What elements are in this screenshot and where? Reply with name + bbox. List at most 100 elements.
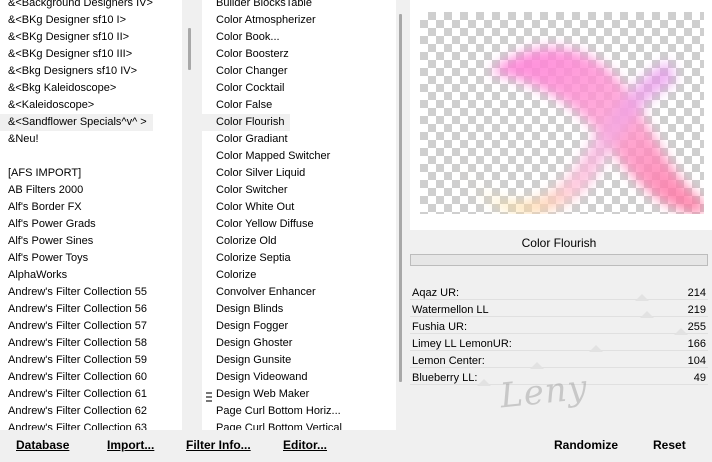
category-row[interactable]: &<Sandflower Specials^v^ >: [0, 114, 182, 131]
filter-item[interactable]: Colorize Old: [202, 233, 396, 250]
category-row[interactable]: AB Filters 2000: [0, 182, 182, 199]
filter-item[interactable]: Color Changer: [202, 63, 396, 80]
category-row[interactable]: &<Bkg Designers sf10 IV>: [0, 63, 182, 80]
category-item[interactable]: &<Background Designers IV>: [0, 0, 182, 12]
filter-item[interactable]: Color Silver Liquid: [202, 165, 396, 182]
filter-row[interactable]: Color Changer: [202, 63, 396, 80]
category-item[interactable]: AlphaWorks: [0, 267, 182, 284]
parameter-slider[interactable]: Aqaz UR: 214: [410, 285, 708, 302]
reset-button[interactable]: Reset: [653, 438, 686, 452]
filter-item[interactable]: Page Curl Bottom Horiz...: [202, 403, 396, 420]
slider-thumb-icon[interactable]: [589, 345, 603, 352]
editor-button[interactable]: Editor...: [283, 438, 327, 452]
category-item[interactable]: AB Filters 2000: [0, 182, 182, 199]
category-list[interactable]: &<Background Designers IV> &<BKg Designer…: [0, 0, 182, 430]
category-row[interactable]: &<BKg Designer sf10 II>: [0, 29, 182, 46]
slider-thumb-icon[interactable]: [477, 379, 491, 386]
filter-row[interactable]: Colorize Septia: [202, 250, 396, 267]
filter-item[interactable]: Design Ghoster: [202, 335, 396, 352]
category-item[interactable]: Andrew's Filter Collection 55: [0, 284, 182, 301]
category-row[interactable]: &<Bkg Kaleidoscope>: [0, 80, 182, 97]
slider-thumb-icon[interactable]: [640, 311, 654, 318]
category-item[interactable]: &<BKg Designer sf10 III>: [0, 46, 182, 63]
filter-row[interactable]: Colorize: [202, 267, 396, 284]
filter-item[interactable]: Color Boosterz: [202, 46, 396, 63]
category-item[interactable]: &Neu!: [0, 131, 182, 148]
filter-row[interactable]: Color Switcher: [202, 182, 396, 199]
filter-item[interactable]: Color White Out: [202, 199, 396, 216]
category-item[interactable]: Andrew's Filter Collection 56: [0, 301, 182, 318]
filter-row[interactable]: Page Curl Bottom Vertical: [202, 420, 396, 430]
category-item[interactable]: Andrew's Filter Collection 61: [0, 386, 182, 403]
category-row[interactable]: Andrew's Filter Collection 59: [0, 352, 182, 369]
filter-item[interactable]: Design Fogger: [202, 318, 396, 335]
filter-item[interactable]: Colorize: [202, 267, 396, 284]
filter-item[interactable]: Color Mapped Switcher: [202, 148, 396, 165]
category-item[interactable]: &<Kaleidoscope>: [0, 97, 182, 114]
category-row[interactable]: Alf's Power Grads: [0, 216, 182, 233]
filter-item[interactable]: Color Yellow Diffuse: [202, 216, 396, 233]
slider-thumb-icon[interactable]: [635, 294, 649, 301]
category-row[interactable]: Andrew's Filter Collection 61: [0, 386, 182, 403]
filter-item[interactable]: Color Cocktail: [202, 80, 396, 97]
filter-row[interactable]: Design Ghoster: [202, 335, 396, 352]
parameter-slider[interactable]: Limey LL LemonUR: 166: [410, 336, 708, 353]
filter-item[interactable]: Design Gunsite: [202, 352, 396, 369]
category-row[interactable]: &Neu!: [0, 131, 182, 148]
filter-info-button[interactable]: Filter Info...: [186, 438, 251, 452]
database-button[interactable]: Database: [16, 438, 69, 452]
filter-row[interactable]: Design Web Maker: [202, 386, 396, 403]
category-row[interactable]: AlphaWorks: [0, 267, 182, 284]
filter-scrollbar-thumb[interactable]: [399, 14, 402, 382]
filter-row[interactable]: Color Silver Liquid: [202, 165, 396, 182]
category-row[interactable]: Alf's Power Sines: [0, 233, 182, 250]
parameter-slider[interactable]: Lemon Center: 104: [410, 353, 708, 370]
category-scrollbar[interactable]: [182, 0, 202, 430]
filter-row[interactable]: Design Videowand: [202, 369, 396, 386]
preview-image[interactable]: [420, 12, 704, 214]
category-row[interactable]: Andrew's Filter Collection 56: [0, 301, 182, 318]
category-item[interactable]: Andrew's Filter Collection 60: [0, 369, 182, 386]
filter-item[interactable]: Color Flourish: [202, 114, 291, 131]
filter-row[interactable]: Colorize Old: [202, 233, 396, 250]
category-row[interactable]: &<Kaleidoscope>: [0, 97, 182, 114]
parameter-slider[interactable]: Watermellon LL 219: [410, 302, 708, 319]
filter-item[interactable]: Color Switcher: [202, 182, 396, 199]
category-row[interactable]: [0, 148, 182, 165]
filter-item[interactable]: Page Curl Bottom Vertical: [202, 420, 396, 430]
filter-row[interactable]: Color Mapped Switcher: [202, 148, 396, 165]
filter-row[interactable]: Color Yellow Diffuse: [202, 216, 396, 233]
category-row[interactable]: Alf's Power Toys: [0, 250, 182, 267]
filter-list[interactable]: Builder BlocksTable Color Atmospherizer Co…: [202, 0, 396, 430]
randomize-button[interactable]: Randomize: [554, 438, 618, 452]
drag-grip-icon[interactable]: [206, 392, 212, 404]
category-row[interactable]: Andrew's Filter Collection 60: [0, 369, 182, 386]
category-item[interactable]: Alf's Power Grads: [0, 216, 182, 233]
category-item[interactable]: Andrew's Filter Collection 57: [0, 318, 182, 335]
category-item[interactable]: Andrew's Filter Collection 62: [0, 403, 182, 420]
filter-scrollbar[interactable]: [396, 0, 408, 430]
filter-row[interactable]: Design Gunsite: [202, 352, 396, 369]
slider-thumb-icon[interactable]: [674, 328, 688, 335]
filter-item[interactable]: Color False: [202, 97, 396, 114]
filter-row[interactable]: Color Gradiant: [202, 131, 396, 148]
category-scrollbar-thumb[interactable]: [188, 28, 191, 70]
filter-item[interactable]: Color Atmospherizer: [202, 12, 396, 29]
category-item[interactable]: Alf's Border FX: [0, 199, 182, 216]
filter-row[interactable]: Color Atmospherizer: [202, 12, 396, 29]
category-item[interactable]: Andrew's Filter Collection 59: [0, 352, 182, 369]
filter-row[interactable]: Page Curl Bottom Horiz...: [202, 403, 396, 420]
parameter-slider[interactable]: Fushia UR: 255: [410, 319, 708, 336]
filter-item[interactable]: Design Web Maker: [202, 386, 396, 403]
category-item[interactable]: Alf's Power Sines: [0, 233, 182, 250]
filter-row[interactable]: Color Boosterz: [202, 46, 396, 63]
import-button[interactable]: Import...: [107, 438, 154, 452]
filter-row[interactable]: Design Blinds: [202, 301, 396, 318]
filter-item[interactable]: Color Book...: [202, 29, 396, 46]
category-row[interactable]: Andrew's Filter Collection 62: [0, 403, 182, 420]
category-row[interactable]: Alf's Border FX: [0, 199, 182, 216]
filter-row[interactable]: Color White Out: [202, 199, 396, 216]
category-item[interactable]: Andrew's Filter Collection 63: [0, 420, 182, 430]
category-row[interactable]: Andrew's Filter Collection 57: [0, 318, 182, 335]
filter-row[interactable]: Design Fogger: [202, 318, 396, 335]
